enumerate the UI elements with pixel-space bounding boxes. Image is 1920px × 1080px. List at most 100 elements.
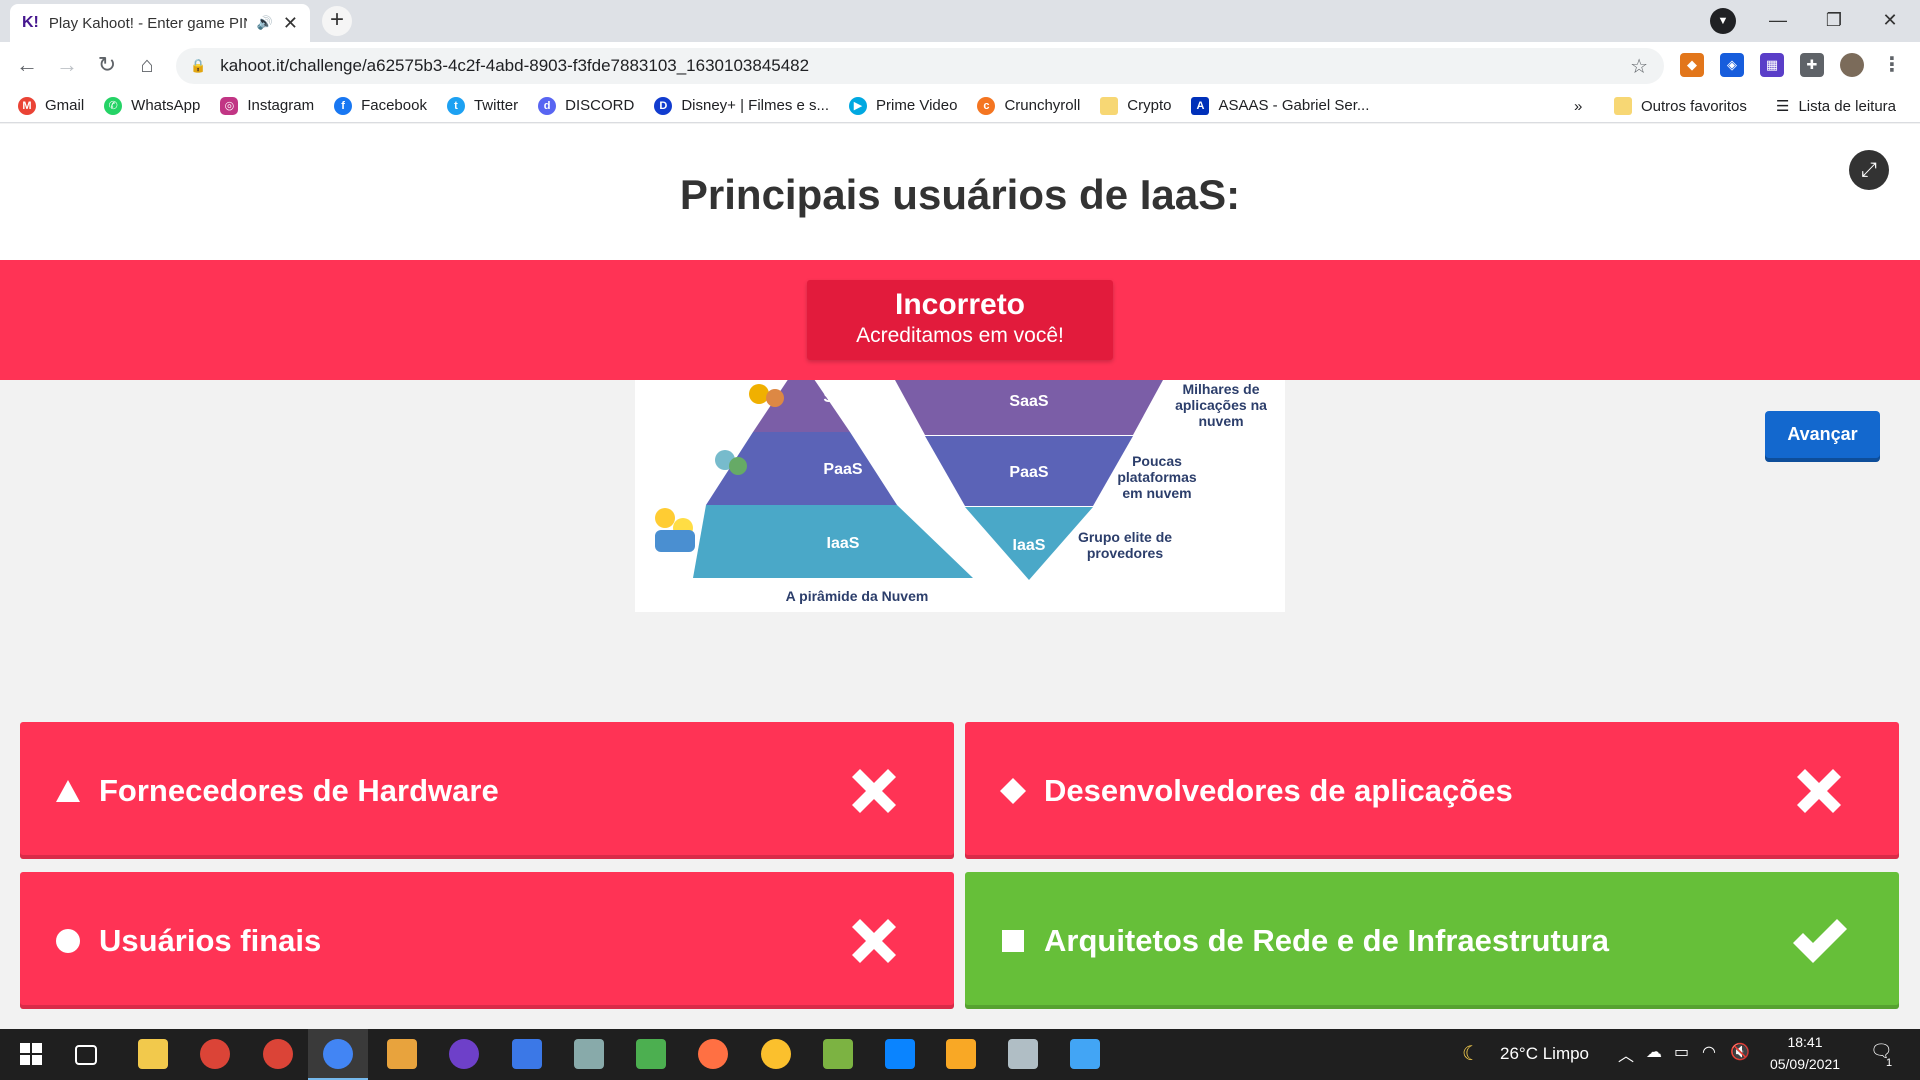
- clock-date[interactable]: 05/09/2021: [1765, 1056, 1845, 1072]
- home-icon[interactable]: ⌂: [132, 50, 162, 80]
- diamond-icon: [1000, 777, 1026, 804]
- chrome-icon[interactable]: [200, 1039, 230, 1069]
- asaas-icon: A: [1191, 96, 1210, 115]
- app-icon[interactable]: [823, 1039, 853, 1069]
- cross-icon: [852, 768, 896, 813]
- reading-list-icon: ☰: [1776, 98, 1790, 115]
- restore-icon[interactable]: ❐: [1806, 0, 1862, 42]
- file-explorer-icon[interactable]: [138, 1039, 168, 1069]
- instagram-icon: ◎: [220, 96, 239, 115]
- whatsapp-icon: ✆: [104, 96, 123, 115]
- close-tab-icon[interactable]: ✕: [283, 13, 298, 34]
- minimize-icon[interactable]: —: [1750, 0, 1806, 42]
- answer-option-2[interactable]: Desenvolvedores de aplicações: [965, 722, 1899, 859]
- bookmark-item[interactable]: t Twitter: [446, 96, 518, 115]
- wifi-icon[interactable]: ◠: [1702, 1042, 1716, 1062]
- svg-text:em nuvem: em nuvem: [1122, 485, 1191, 501]
- square-icon: [1002, 929, 1024, 952]
- chrome-active-icon[interactable]: [323, 1039, 353, 1069]
- forward-icon[interactable]: →: [52, 50, 82, 80]
- bookmark-item[interactable]: D Disney+ | Filmes e s...: [654, 96, 829, 115]
- app-icon[interactable]: [698, 1039, 728, 1069]
- discord-icon: d: [538, 96, 557, 115]
- app-icon[interactable]: [761, 1039, 791, 1069]
- menu-icon[interactable]: ⋮: [1880, 53, 1904, 77]
- windows-taskbar: ☾ 26°C Limpo ︿ ☁ ▭ ◠ 🔇 18:41 05/09/2021 …: [0, 1029, 1920, 1080]
- bookmark-item[interactable]: A ASAAS - Gabriel Ser...: [1191, 96, 1369, 115]
- bitwarden-icon[interactable]: ◈: [1720, 53, 1744, 77]
- fullscreen-icon[interactable]: ⤢: [1849, 150, 1889, 190]
- reading-list[interactable]: ☰ Lista de leitura: [1776, 89, 1896, 123]
- app-icon[interactable]: [946, 1039, 976, 1069]
- tab-title: Play Kahoot! - Enter game PIN: [48, 14, 247, 32]
- github-icon[interactable]: [449, 1039, 479, 1069]
- cloud-pyramid-figure: SaaS PaaS IaaS SaaS PaaS IaaS Milhares d…: [655, 380, 1267, 604]
- answer-option-4[interactable]: Arquitetos de Rede e de Infraestrutura: [965, 872, 1899, 1009]
- question-image: SaaS PaaS IaaS SaaS PaaS IaaS Milhares d…: [635, 380, 1285, 612]
- answer-text: Desenvolvedores de aplicações: [1044, 772, 1513, 808]
- task-view-icon[interactable]: [75, 1045, 97, 1065]
- bookmark-item[interactable]: M Gmail: [18, 96, 84, 115]
- facebook-icon: f: [334, 96, 353, 115]
- avatar[interactable]: [1840, 53, 1864, 77]
- bookmark-item[interactable]: ✆ WhatsApp: [104, 96, 200, 115]
- app-icon[interactable]: [574, 1039, 604, 1069]
- bookmark-item[interactable]: ▶ Prime Video: [849, 96, 957, 115]
- tab-search-icon[interactable]: ▼: [1710, 8, 1736, 34]
- answer-option-3[interactable]: Usuários finais: [20, 872, 954, 1009]
- bookmark-item[interactable]: Crypto: [1100, 96, 1171, 115]
- question-header: Principais usuários de IaaS: ⤢: [0, 124, 1920, 260]
- bookmark-star-icon[interactable]: ☆: [1630, 54, 1648, 79]
- battery-icon[interactable]: ▭: [1674, 1042, 1689, 1062]
- chevron-up-icon[interactable]: ︿: [1618, 1042, 1634, 1066]
- app-icon[interactable]: [636, 1039, 666, 1069]
- chrome-profile-icon[interactable]: [263, 1039, 293, 1069]
- other-bookmarks[interactable]: Outros favoritos: [1614, 89, 1747, 123]
- weather-text[interactable]: 26°C Limpo: [1500, 1044, 1589, 1064]
- close-window-icon[interactable]: ✕: [1862, 0, 1918, 42]
- prime-video-icon: ▶: [849, 96, 867, 115]
- url-text: kahoot.it/challenge/a62575b3-4c2f-4abd-8…: [220, 56, 810, 75]
- app-icon[interactable]: [1008, 1039, 1038, 1069]
- more-bookmarks-button[interactable]: »: [1574, 89, 1582, 123]
- result-heading: Incorreto: [894, 288, 1026, 321]
- triangle-icon: [56, 779, 80, 802]
- windows-start-icon[interactable]: [16, 1039, 46, 1069]
- vscode-icon[interactable]: [885, 1039, 915, 1069]
- answer-text: Fornecedores de Hardware: [99, 772, 499, 808]
- answer-option-1[interactable]: Fornecedores de Hardware: [20, 722, 954, 859]
- clock-time[interactable]: 18:41: [1770, 1034, 1840, 1050]
- result-banner: Incorreto Acreditamos em você!: [0, 260, 1920, 380]
- next-button[interactable]: Avançar: [1765, 411, 1880, 462]
- bookmark-item[interactable]: f Facebook: [334, 96, 427, 115]
- cloud-icon[interactable]: ☁: [1646, 1042, 1662, 1062]
- bookmark-item[interactable]: c Crunchyroll: [977, 96, 1080, 115]
- circle-icon: [56, 928, 80, 953]
- puzzle-icon[interactable]: ✚: [1800, 53, 1824, 77]
- svg-text:Milhares de: Milhares de: [1182, 381, 1259, 397]
- answer-text: Arquitetos de Rede e de Infraestrutura: [1044, 922, 1610, 958]
- cross-icon: [1797, 768, 1841, 813]
- right-paas-label: PaaS: [1009, 464, 1048, 481]
- reload-icon[interactable]: ↻: [92, 50, 122, 80]
- bookmark-item[interactable]: ◎ Instagram: [220, 96, 314, 115]
- browser-tab[interactable]: K! Play Kahoot! - Enter game PIN 🔊 ✕: [10, 4, 310, 42]
- metamask-icon[interactable]: ◆: [1680, 53, 1704, 77]
- svg-text:aplicações na: aplicações na: [1175, 397, 1267, 413]
- extension-icon[interactable]: ▦: [1760, 53, 1784, 77]
- svg-text:nuvem: nuvem: [1198, 413, 1243, 429]
- address-bar[interactable]: 🔒 kahoot.it/challenge/a62575b3-4c2f-4abd…: [176, 48, 1664, 84]
- network-app-icon[interactable]: [1070, 1039, 1100, 1069]
- back-icon[interactable]: ←: [12, 50, 42, 80]
- winrar-icon[interactable]: [387, 1039, 417, 1069]
- bookmark-item[interactable]: d DISCORD: [538, 96, 634, 115]
- speaker-icon[interactable]: 🔊: [257, 15, 273, 31]
- mute-icon[interactable]: 🔇: [1730, 1042, 1750, 1062]
- left-paas-label: PaaS: [823, 461, 862, 478]
- new-tab-button[interactable]: +: [322, 6, 352, 36]
- cross-icon: [852, 918, 896, 963]
- app-icon[interactable]: [512, 1039, 542, 1069]
- lock-icon[interactable]: 🔒: [190, 58, 206, 74]
- folder-icon: [1100, 96, 1119, 115]
- moon-icon: ☾: [1462, 1043, 1480, 1065]
